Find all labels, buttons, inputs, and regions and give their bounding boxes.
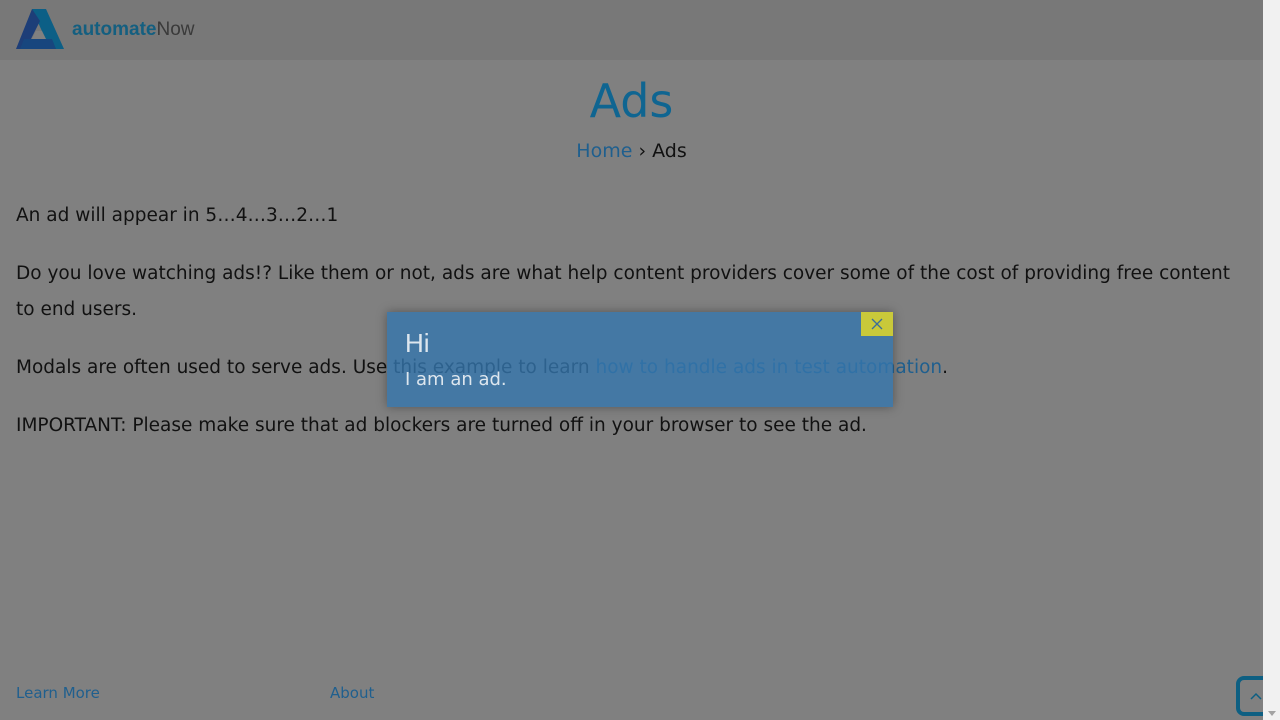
scrollbar[interactable] bbox=[1263, 0, 1280, 720]
modals-paragraph: Modals are often used to serve ads. Use … bbox=[16, 357, 949, 378]
handle-ads-link[interactable]: how to handle ads in test automation bbox=[596, 357, 943, 378]
logo-text: automateNow bbox=[72, 19, 195, 40]
main-content: An ad will appear in 5…4…3…2…1 Do you lo… bbox=[16, 198, 1251, 466]
footer-learn-more-link[interactable]: Learn More bbox=[16, 684, 100, 702]
logo[interactable]: automateNow bbox=[16, 9, 194, 51]
countdown-text: An ad will appear in 5…4…3…2…1 bbox=[16, 205, 339, 226]
breadcrumb-home-link[interactable]: Home bbox=[576, 140, 632, 162]
breadcrumb-current: Ads bbox=[652, 140, 687, 162]
chevron-up-icon bbox=[1250, 692, 1262, 700]
breadcrumb: Home › Ads bbox=[0, 140, 1263, 162]
logo-icon bbox=[16, 9, 64, 49]
breadcrumb-separator: › bbox=[638, 140, 647, 162]
page-title: Ads bbox=[589, 74, 674, 128]
scroll-down-arrow-icon[interactable] bbox=[1268, 711, 1276, 716]
modal-close-button[interactable] bbox=[861, 312, 893, 336]
close-icon bbox=[871, 318, 883, 330]
page: automateNow Ads Home › Ads An ad will ap… bbox=[0, 0, 1263, 720]
footer-about-link[interactable]: About bbox=[330, 684, 374, 702]
site-header: automateNow bbox=[0, 0, 1263, 60]
intro-paragraph: Do you love watching ads!? Like them or … bbox=[16, 263, 1230, 320]
important-note: IMPORTANT: Please make sure that ad bloc… bbox=[16, 415, 867, 436]
